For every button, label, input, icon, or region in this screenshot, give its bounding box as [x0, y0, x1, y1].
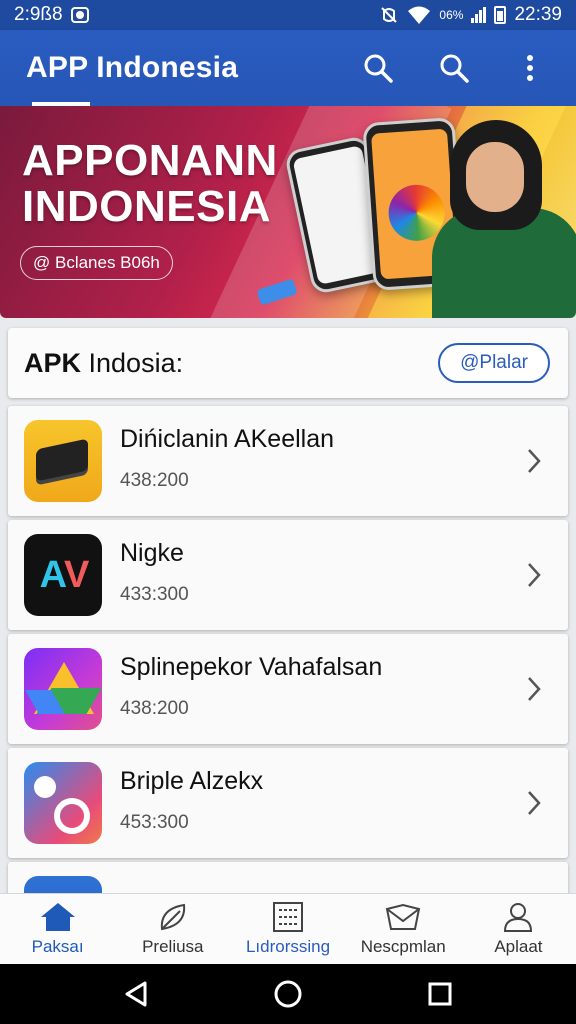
- list-item[interactable]: Splinepekor Vahafalsan 438:200: [8, 634, 568, 744]
- app-meta: 453:300: [120, 811, 189, 833]
- chevron-right-icon: [514, 561, 554, 589]
- app-meta: 433:300: [120, 583, 189, 605]
- list-item[interactable]: AV Nigke 433:300: [8, 520, 568, 630]
- app-name: Nigke: [120, 538, 184, 567]
- app-title: APP Indonesia: [26, 51, 239, 84]
- status-time: 22:39: [514, 4, 562, 25]
- av-logo-icon: AV: [24, 534, 102, 616]
- home-circle-icon[interactable]: [268, 974, 308, 1014]
- list-item[interactable]: Briple Alzekx 453:300: [8, 748, 568, 858]
- nav-item-profile[interactable]: Aplaat: [461, 894, 576, 964]
- home-icon: [40, 903, 75, 931]
- section-title: APK Indosia:: [24, 347, 184, 378]
- person-icon: [504, 903, 533, 932]
- app-name: Dińiclanin AKeellan: [120, 424, 335, 453]
- section-action-button[interactable]: @Plalar: [438, 343, 550, 383]
- envelope-icon: [386, 903, 421, 930]
- battery-icon: [494, 6, 507, 24]
- app-name: Splinepekor Vahafalsan: [120, 652, 383, 681]
- nfc-mute-icon: [381, 7, 398, 23]
- camera-ring-icon: [24, 762, 102, 844]
- signal-icon: [471, 7, 487, 23]
- chevron-right-icon: [514, 789, 554, 817]
- nav-item-preliusa[interactable]: Preliusa: [115, 894, 230, 964]
- triangle-drive-icon: [24, 648, 102, 730]
- section-header: APK Indosia: @Plalar: [8, 328, 568, 398]
- nav-item-grid[interactable]: Lıdrorssing: [230, 894, 345, 964]
- person-illustration: [432, 120, 576, 318]
- recents-icon[interactable]: [420, 974, 460, 1014]
- chevron-right-icon: [514, 447, 554, 475]
- back-icon[interactable]: [116, 974, 156, 1014]
- camera-notification-icon: [70, 7, 89, 23]
- wifi-icon: [408, 6, 431, 24]
- battery-percent: 06%: [439, 8, 464, 22]
- app-name: Briple Alzekx: [120, 766, 264, 795]
- nav-item-home[interactable]: Paksaı: [0, 894, 115, 964]
- promo-banner[interactable]: APPONANN INDONESIA @ Bclanes B06h: [0, 106, 576, 318]
- more-vert-icon[interactable]: [514, 52, 546, 84]
- app-bar: APP Indonesia: [0, 30, 576, 106]
- bottom-navigation: Paksaı Preliusa Lıdrorssing Nescpmlan Ap…: [0, 893, 576, 964]
- grid-icon: [273, 902, 303, 932]
- banner-pill-button[interactable]: @ Bclanes B06h: [20, 246, 173, 280]
- leaf-icon: [160, 903, 185, 931]
- status-bar: 2:9ß8 06% 22:39: [0, 0, 576, 30]
- app-meta: 438:200: [120, 697, 189, 719]
- black-device-icon: [24, 420, 102, 502]
- list-item[interactable]: Dińiclanin AKeellan 438:200: [8, 406, 568, 516]
- status-time-left: 2:9ß8: [14, 4, 63, 25]
- search-icon[interactable]: [362, 52, 394, 84]
- nav-item-nescpmlan[interactable]: Nescpmlan: [346, 894, 461, 964]
- system-navigation-bar: [0, 964, 576, 1024]
- search-icon[interactable]: [438, 52, 470, 84]
- app-meta: 438:200: [120, 469, 189, 491]
- banner-title: APPONANN INDONESIA: [22, 136, 278, 231]
- chevron-right-icon: [514, 675, 554, 703]
